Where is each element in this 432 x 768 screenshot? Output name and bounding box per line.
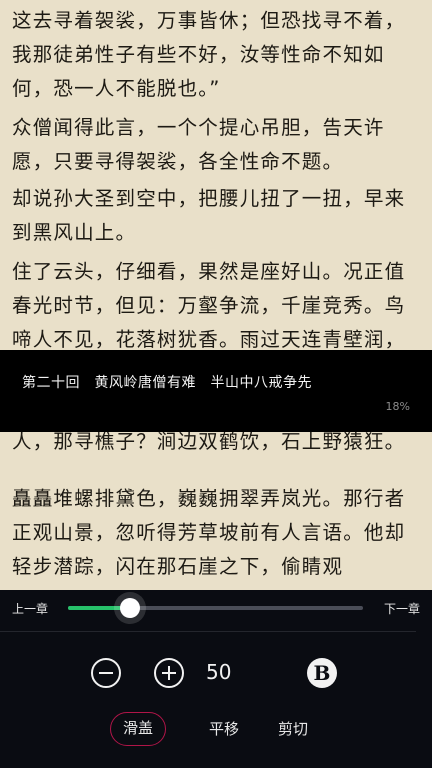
page-mode-cut[interactable]: 剪切 — [265, 712, 321, 746]
page-mode-slide[interactable]: 滑盖 — [110, 712, 166, 746]
next-chapter-button[interactable]: 下一章 — [384, 600, 420, 617]
svg-text:B: B — [314, 661, 331, 685]
font-size-value: 50 — [206, 660, 232, 684]
bold-b-icon: B — [307, 658, 337, 688]
decrease-font-button[interactable] — [90, 657, 122, 689]
paragraph-2: 众僧闻得此言，一个个提心吊胆，告天许愿，只要寻得袈裟，各全性命不题。 — [12, 116, 385, 173]
chapter-progress-percent: 18% — [385, 400, 410, 413]
slider-handle[interactable] — [119, 598, 140, 618]
divider — [0, 631, 416, 632]
reader-page[interactable]: 这去寻着袈裟，万事皆休；但恐找寻不着，我那徒弟性子有些不好，汝等性命不知如何，恐… — [0, 0, 432, 590]
chapter-info-bar: 第二十回 黄风岭唐僧有难 半山中八戒争先 18% — [0, 350, 432, 432]
minus-circle-icon — [91, 658, 121, 688]
chapter-title: 第二十回 黄风岭唐僧有难 半山中八戒争先 — [22, 375, 312, 391]
bold-toggle-button[interactable]: B — [306, 657, 338, 689]
chapter-progress-slider[interactable] — [68, 598, 363, 618]
page-mode-translate[interactable]: 平移 — [196, 712, 252, 746]
increase-font-button[interactable] — [153, 657, 185, 689]
prev-chapter-button[interactable]: 上一章 — [12, 600, 48, 617]
paragraph-3: 却说孙大圣到空中，把腰儿扭了一扭，早来到黑风山上。 — [12, 187, 406, 244]
plus-circle-icon — [154, 658, 184, 688]
paragraph-1: 这去寻着袈裟，万事皆休；但恐找寻不着，我那徒弟性子有些不好，汝等性命不知如何，恐… — [12, 9, 406, 100]
paragraph-5: 矗矗堆螺排黛色，巍巍拥翠弄岚光。那行者正观山景，忽听得芳草坡前有人言语。他却轻步… — [12, 487, 406, 578]
reader-settings-panel: 上一章 下一章 50 B 滑盖 平移 剪切 — [0, 590, 432, 768]
